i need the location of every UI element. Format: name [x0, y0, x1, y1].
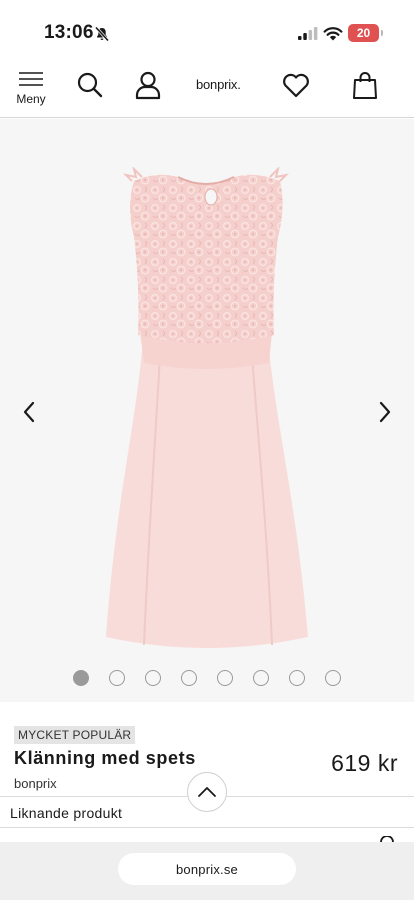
status-bar: 13:06 20 — [0, 0, 414, 60]
menu-button[interactable]: Meny — [12, 70, 50, 110]
url-bar[interactable]: bonprix.se — [118, 853, 296, 885]
previous-image-button[interactable] — [18, 399, 42, 425]
chevron-up-icon — [198, 787, 216, 797]
next-image-button[interactable] — [372, 399, 396, 425]
product-brand[interactable]: bonprix — [14, 776, 57, 791]
menu-icon — [19, 72, 43, 86]
gallery-dot[interactable] — [73, 670, 89, 686]
url-text: bonprix.se — [176, 861, 238, 877]
product-name: Klänning med spets — [14, 748, 196, 768]
battery-level: 20 — [356, 26, 371, 40]
site-header: Meny bonprix. — [0, 60, 414, 118]
signal-icon — [298, 27, 318, 40]
heart-icon[interactable] — [281, 70, 311, 100]
mute-icon — [94, 26, 110, 42]
gallery-dot[interactable] — [181, 670, 197, 686]
product-image[interactable] — [96, 167, 316, 655]
similar-products-label: Liknande produkt — [10, 805, 123, 821]
gallery-dot[interactable] — [109, 670, 125, 686]
gallery-dot[interactable] — [253, 670, 269, 686]
wifi-icon — [323, 27, 343, 41]
gallery-dot[interactable] — [289, 670, 305, 686]
shopping-bag-icon[interactable] — [350, 70, 380, 100]
gallery-dot[interactable] — [145, 670, 161, 686]
product-price: 619 kr — [331, 750, 398, 776]
expand-button[interactable] — [187, 772, 227, 812]
gallery-dot[interactable] — [217, 670, 233, 686]
popular-badge: MYCKET POPULÄR — [14, 726, 136, 744]
site-logo[interactable]: bonprix. — [196, 77, 241, 92]
status-time: 13:06 — [44, 22, 94, 43]
account-icon[interactable] — [133, 70, 163, 100]
search-icon[interactable] — [75, 70, 105, 100]
gallery-dot[interactable] — [325, 670, 341, 686]
gallery-pagination — [0, 670, 414, 688]
product-gallery[interactable] — [0, 119, 414, 702]
battery-icon: 20 — [348, 24, 383, 42]
browser-bottom-bar: bonprix.se — [0, 842, 414, 900]
menu-label: Meny — [16, 92, 46, 106]
